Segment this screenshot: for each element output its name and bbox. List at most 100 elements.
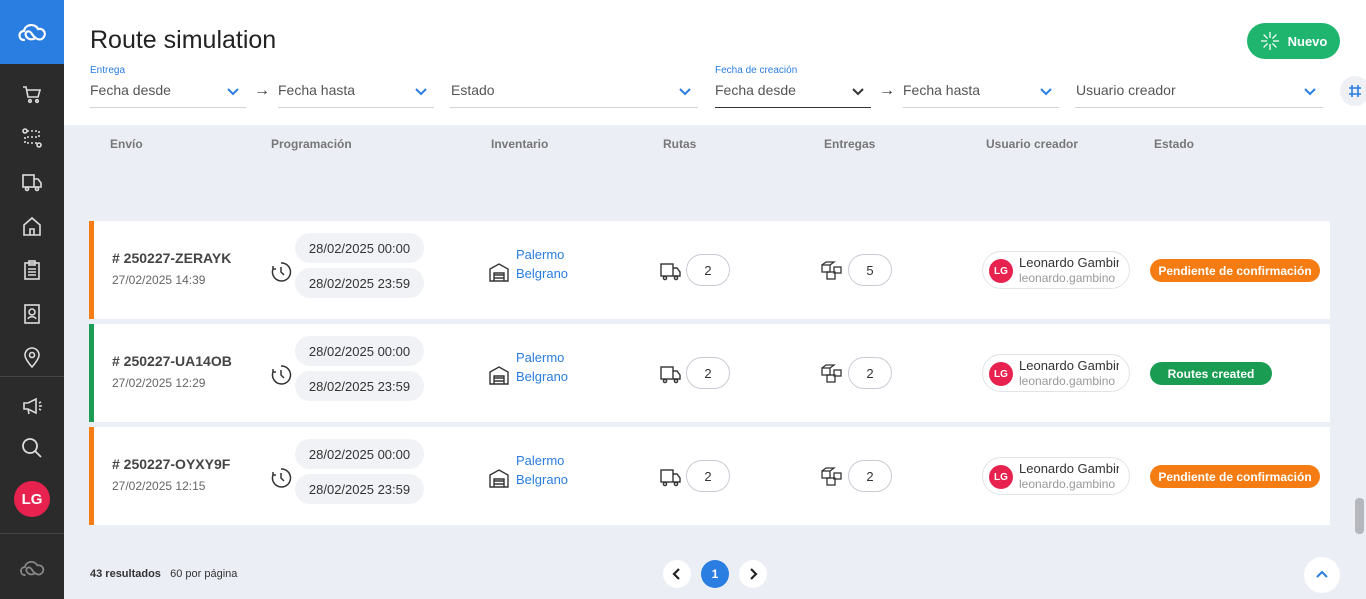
user-chip[interactable]: LG Leonardo Gambino leonardo.gambino xyxy=(982,251,1130,289)
arrow-right-icon: → xyxy=(254,82,270,99)
user-chip[interactable]: LG Leonardo Gambino leonardo.gambino xyxy=(982,457,1130,495)
table-header: Envío Programación Inventario Rutas Entr… xyxy=(89,125,1330,157)
col-rutas: Rutas xyxy=(663,137,697,151)
inventory-link[interactable]: Palermo xyxy=(516,247,564,262)
inventory-link[interactable]: Belgrano xyxy=(516,472,568,487)
schedule-from: 28/02/2025 00:00 xyxy=(295,336,424,366)
schedule-from: 28/02/2025 00:00 xyxy=(295,233,424,263)
sparkle-icon xyxy=(1260,32,1279,50)
user-avatar[interactable]: LG xyxy=(14,481,50,517)
footer: 43 resultados 60 por página 1 xyxy=(64,553,1366,599)
clock-icon xyxy=(271,468,292,488)
sidebar-divider-bottom xyxy=(0,533,64,534)
results-summary: 43 resultados 60 por página xyxy=(90,568,237,580)
boxes-icon xyxy=(821,467,842,486)
cloud-logo-icon xyxy=(18,24,46,42)
schedule-to: 28/02/2025 23:59 xyxy=(295,474,424,504)
col-estado: Estado xyxy=(1154,137,1195,151)
routes-count[interactable]: 2 xyxy=(686,357,730,389)
route-icon[interactable] xyxy=(0,118,64,158)
chevron-down-icon xyxy=(227,88,239,96)
user-chip-email: leonardo.gambino xyxy=(1019,374,1116,388)
page-title: Route simulation xyxy=(90,26,277,54)
clipboard-icon[interactable] xyxy=(0,250,64,290)
clock-icon xyxy=(271,262,292,282)
shipment-date: 27/02/2025 12:29 xyxy=(112,376,206,390)
chevron-down-icon xyxy=(852,88,864,96)
boxes-icon xyxy=(821,261,842,280)
inventory-link[interactable]: Palermo xyxy=(516,453,564,468)
estado-filter[interactable]: Estado xyxy=(450,78,698,108)
schedule-to: 28/02/2025 23:59 xyxy=(295,268,424,298)
new-button[interactable]: Nuevo xyxy=(1247,23,1340,59)
table-row[interactable]: # 250227-UA14OB 27/02/2025 12:29 28/02/2… xyxy=(89,324,1330,422)
scrollbar[interactable] xyxy=(1355,498,1364,534)
inventory-link[interactable]: Palermo xyxy=(516,350,564,365)
location-pin-icon[interactable] xyxy=(0,338,64,378)
results-count: 43 resultados xyxy=(90,568,161,580)
new-button-label: Nuevo xyxy=(1287,33,1328,49)
content-area: Envío Programación Inventario Rutas Entr… xyxy=(64,125,1366,599)
inventory-link[interactable]: Belgrano xyxy=(516,369,568,384)
creacion-desde-value: Fecha desde xyxy=(715,82,796,98)
routes-count[interactable]: 2 xyxy=(686,254,730,286)
fecha-desde-filter[interactable]: Fecha desde xyxy=(90,78,246,108)
cart-icon[interactable] xyxy=(0,74,64,114)
contacts-icon[interactable] xyxy=(0,294,64,334)
prev-page-button[interactable] xyxy=(663,560,691,588)
col-programacion: Programación xyxy=(271,137,352,151)
deliveries-count[interactable]: 2 xyxy=(848,460,892,492)
boxes-icon xyxy=(821,364,842,383)
col-envio: Envío xyxy=(110,137,143,151)
search-icon[interactable] xyxy=(0,428,64,468)
table-row[interactable]: # 250227-OYXY9F 27/02/2025 12:15 28/02/2… xyxy=(89,427,1330,525)
sidebar-divider xyxy=(0,376,64,377)
estado-value: Estado xyxy=(451,82,495,98)
user-chip-email: leonardo.gambino xyxy=(1019,271,1116,285)
chevron-down-icon xyxy=(415,88,427,96)
page-1-button[interactable]: 1 xyxy=(701,560,729,588)
user-chip-avatar: LG xyxy=(989,465,1013,489)
deliveries-count[interactable]: 2 xyxy=(848,357,892,389)
col-entregas: Entregas xyxy=(824,137,876,151)
fecha-desde-value: Fecha desde xyxy=(90,82,171,98)
creacion-hasta-filter[interactable]: Fecha hasta xyxy=(903,78,1059,108)
home-icon[interactable] xyxy=(0,206,64,246)
shipment-id: # 250227-ZERAYK xyxy=(112,250,232,266)
status-badge[interactable]: Pendiente de confirmación xyxy=(1150,259,1320,282)
truck-icon xyxy=(660,263,681,281)
status-badge[interactable]: Pendiente de confirmación xyxy=(1150,465,1320,488)
table-row[interactable]: # 250227-ZERAYK 27/02/2025 14:39 28/02/2… xyxy=(89,221,1330,319)
routes-count[interactable]: 2 xyxy=(686,460,730,492)
shipment-id: # 250227-OYXY9F xyxy=(112,456,231,472)
fecha-hasta-filter[interactable]: Fecha hasta xyxy=(278,78,434,108)
user-chip-avatar: LG xyxy=(989,362,1013,386)
creacion-hasta-value: Fecha hasta xyxy=(903,82,981,98)
usuario-value: Usuario creador xyxy=(1076,82,1176,98)
filter-settings-button[interactable] xyxy=(1340,76,1366,106)
chevron-left-icon xyxy=(672,568,680,580)
inventory-link[interactable]: Belgrano xyxy=(516,266,568,281)
creacion-desde-filter[interactable]: Fecha desde xyxy=(715,78,871,108)
deliveries-count[interactable]: 5 xyxy=(848,254,892,286)
app-logo[interactable] xyxy=(0,0,64,64)
sidebar: LG xyxy=(0,0,64,599)
creacion-label: Fecha de creación xyxy=(715,65,798,76)
warehouse-icon xyxy=(489,263,509,282)
next-page-button[interactable] xyxy=(739,560,767,588)
warehouse-icon xyxy=(489,366,509,385)
user-chip-name: Leonardo Gambino xyxy=(1019,358,1119,373)
chevron-up-icon xyxy=(1316,570,1328,578)
usuario-filter[interactable]: Usuario creador xyxy=(1075,78,1323,108)
col-inventario: Inventario xyxy=(491,137,549,151)
user-chip-name: Leonardo Gambino xyxy=(1019,255,1119,270)
clock-icon xyxy=(271,365,292,385)
status-badge[interactable]: Routes created xyxy=(1150,362,1272,385)
truck-icon[interactable] xyxy=(0,162,64,202)
chevron-right-icon xyxy=(750,568,758,580)
shipment-date: 27/02/2025 12:15 xyxy=(112,479,206,493)
scroll-to-top-button[interactable] xyxy=(1304,557,1340,593)
chevron-down-icon xyxy=(679,88,691,96)
megaphone-icon[interactable] xyxy=(0,386,64,426)
user-chip[interactable]: LG Leonardo Gambino leonardo.gambino xyxy=(982,354,1130,392)
